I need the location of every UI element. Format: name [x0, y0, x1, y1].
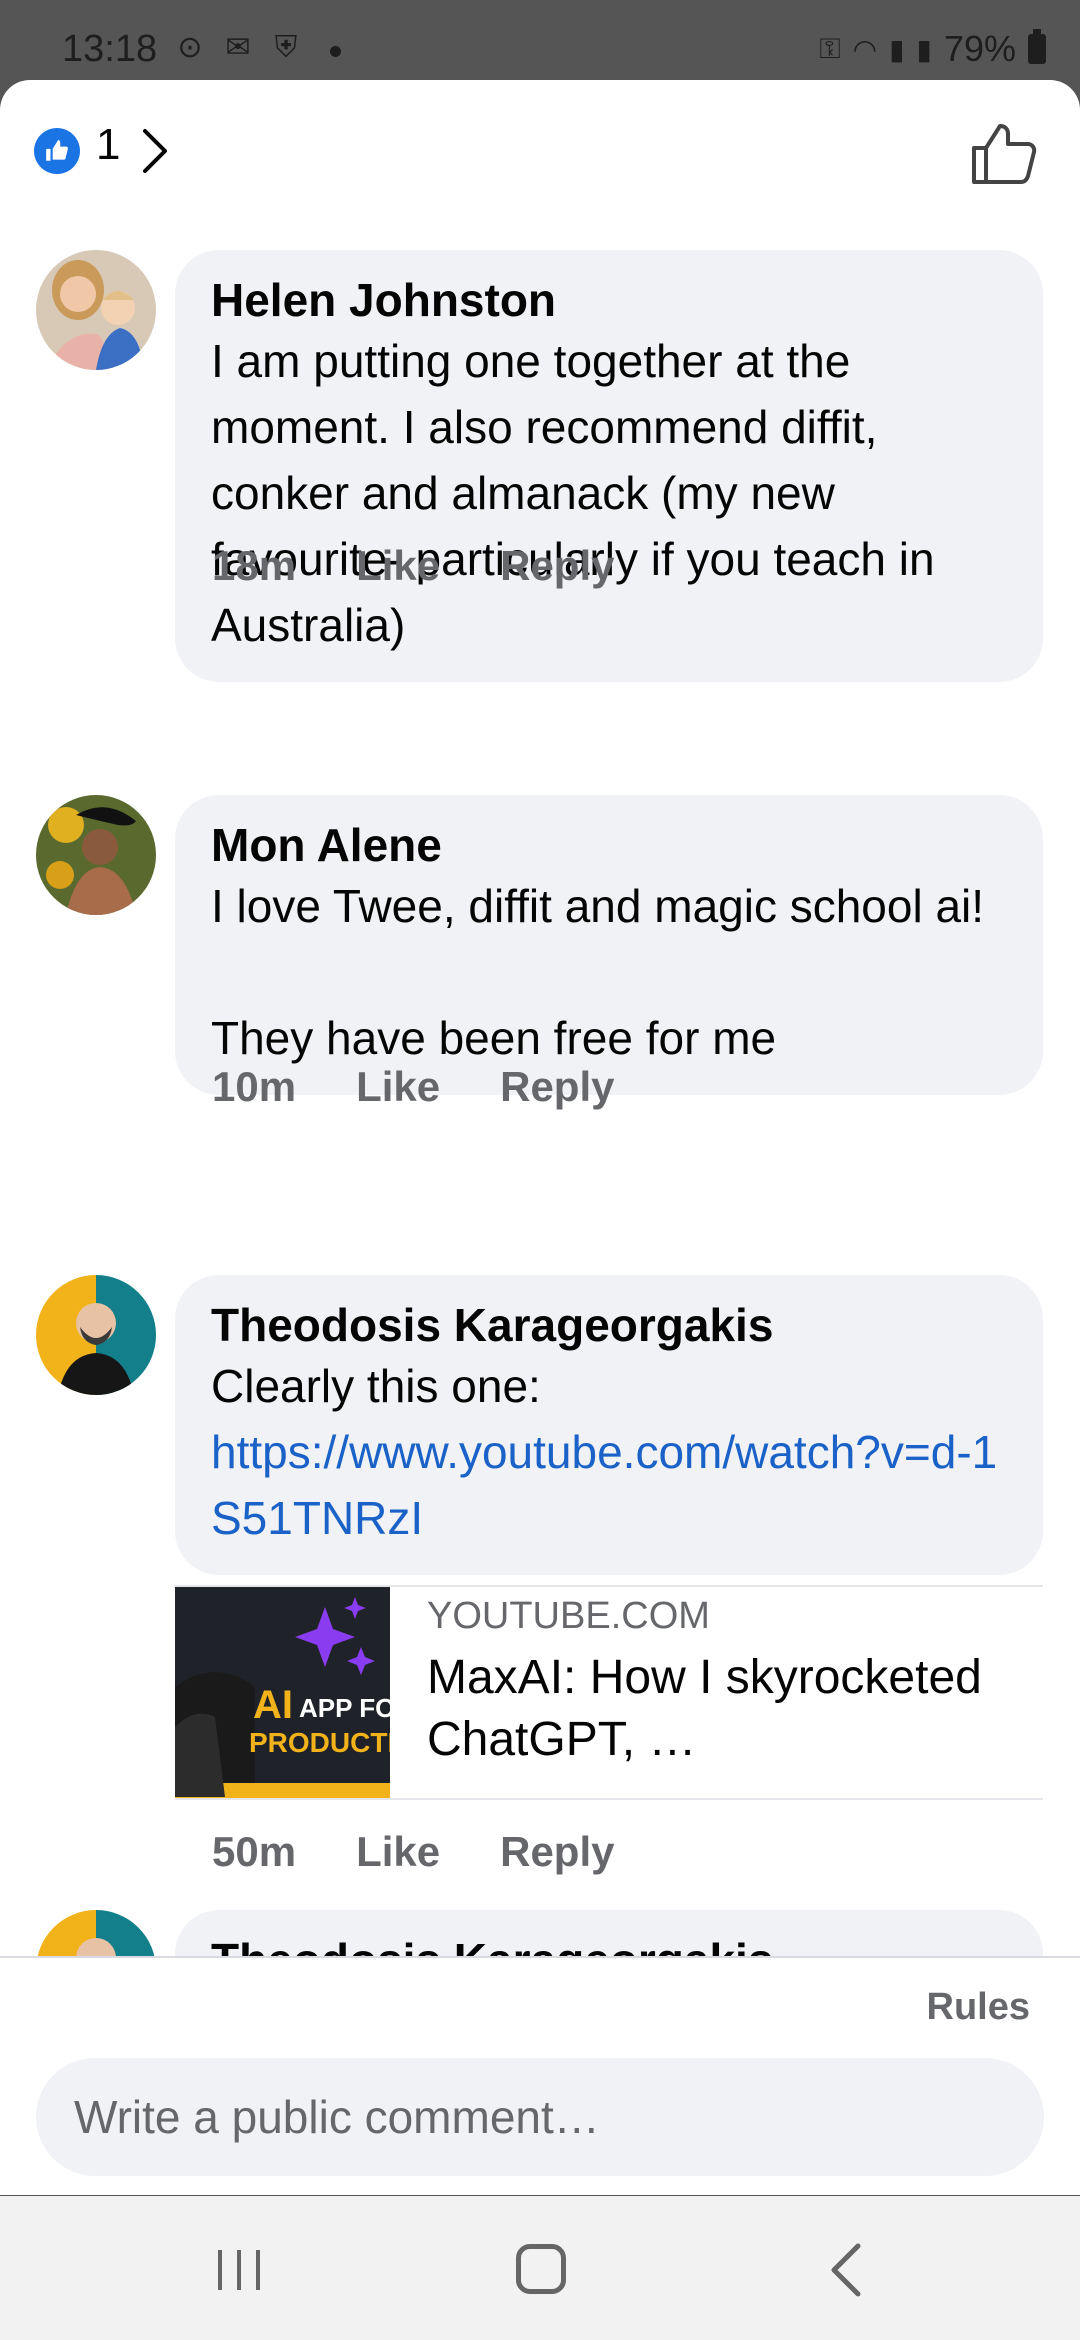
comment-time[interactable]: 10m	[212, 1063, 296, 1111]
recent-apps-button[interactable]	[214, 2248, 264, 2292]
back-button[interactable]	[826, 2242, 866, 2298]
comment-actions: 10m Like Reply	[212, 1063, 614, 1111]
thumb-text: AI	[253, 1683, 293, 1727]
preview-thumbnail[interactable]: AI APP FO PRODUCTI	[175, 1587, 390, 1798]
like-reaction-icon[interactable]	[34, 128, 80, 174]
wifi-icon: ◠	[852, 33, 878, 65]
comment-bubble[interactable]: Mon Alene I love Twee, diffit and magic …	[175, 795, 1043, 1095]
comments-sheet: 1 Helen Johnston I am putting one togeth…	[0, 80, 1080, 2195]
chevron-right-icon[interactable]	[140, 126, 170, 176]
mail-icon: ✉	[225, 31, 251, 64]
key-icon: ⚿	[819, 32, 841, 64]
reply-button[interactable]: Reply	[500, 1063, 614, 1111]
status-icons: ⚿ ◠ ▮ ▮ 79%	[819, 28, 1046, 70]
like-button[interactable]: Like	[356, 1828, 440, 1876]
shield-icon: ⛨	[274, 31, 298, 64]
sheet-header: 1	[0, 80, 1080, 230]
comment-author[interactable]: Mon Alene	[211, 817, 1007, 873]
preview-domain: YOUTUBE.COM	[427, 1595, 710, 1637]
comment-time[interactable]: 18m	[212, 542, 296, 590]
more-notifications-dot	[330, 46, 341, 57]
status-time: 13:18	[62, 28, 158, 70]
comment-actions: 50m Like Reply	[212, 1828, 614, 1876]
comment-link[interactable]: https://www.youtube.com/watch?v=d-1S51TN…	[211, 1419, 1007, 1551]
system-nav-bar	[0, 2196, 1080, 2340]
avatar[interactable]	[36, 250, 156, 370]
comment-bubble[interactable]: Helen Johnston I am putting one together…	[175, 250, 1043, 682]
comment-text: I am putting one together at the moment.…	[211, 335, 945, 651]
comment-author[interactable]: Helen Johnston	[211, 272, 1007, 328]
home-button[interactable]	[516, 2244, 566, 2294]
reply-button[interactable]: Reply	[500, 1828, 614, 1876]
preview-title[interactable]: MaxAI: How I skyrocketed ChatGPT, …	[427, 1647, 1027, 1771]
avatar[interactable]	[36, 795, 156, 915]
signal-icon: ▮	[889, 33, 905, 65]
comment-author[interactable]: Theodosis Karageorgakis	[211, 1297, 1007, 1353]
comment-actions: 18m Like Reply	[212, 542, 614, 590]
comment-time[interactable]: 50m	[212, 1828, 296, 1876]
notification-icons: ⊙ ✉ ⛨	[172, 30, 304, 66]
battery-percent: 79%	[943, 28, 1016, 69]
reply-button[interactable]: Reply	[500, 542, 614, 590]
thumb-text: PRODUCTI	[249, 1727, 390, 1758]
reaction-count[interactable]: 1	[96, 120, 120, 170]
like-button[interactable]: Like	[356, 1063, 440, 1111]
comment-bubble[interactable]: Theodosis Karageorgakis Clearly this one…	[175, 1275, 1043, 1575]
rules-link[interactable]: Rules	[927, 1986, 1030, 2029]
like-button[interactable]: Like	[356, 542, 440, 590]
link-preview[interactable]: AI APP FO PRODUCTI YOUTUBE.COM MaxAI: Ho…	[175, 1585, 1043, 1800]
avatar[interactable]	[36, 1275, 156, 1395]
comment-input[interactable]	[36, 2058, 1044, 2176]
volte-signal-icon: ▮	[916, 33, 932, 65]
battery-icon	[1028, 29, 1046, 64]
comment-text: Clearly this one:	[211, 1360, 541, 1412]
app-notification-icon: ⊙	[177, 31, 203, 64]
comment-text: I love Twee, diffit and magic school ai!…	[211, 880, 985, 1064]
comment-composer: Rules	[0, 1956, 1080, 2195]
thumb-text: APP FO	[299, 1693, 390, 1723]
like-post-button[interactable]	[970, 120, 1040, 186]
